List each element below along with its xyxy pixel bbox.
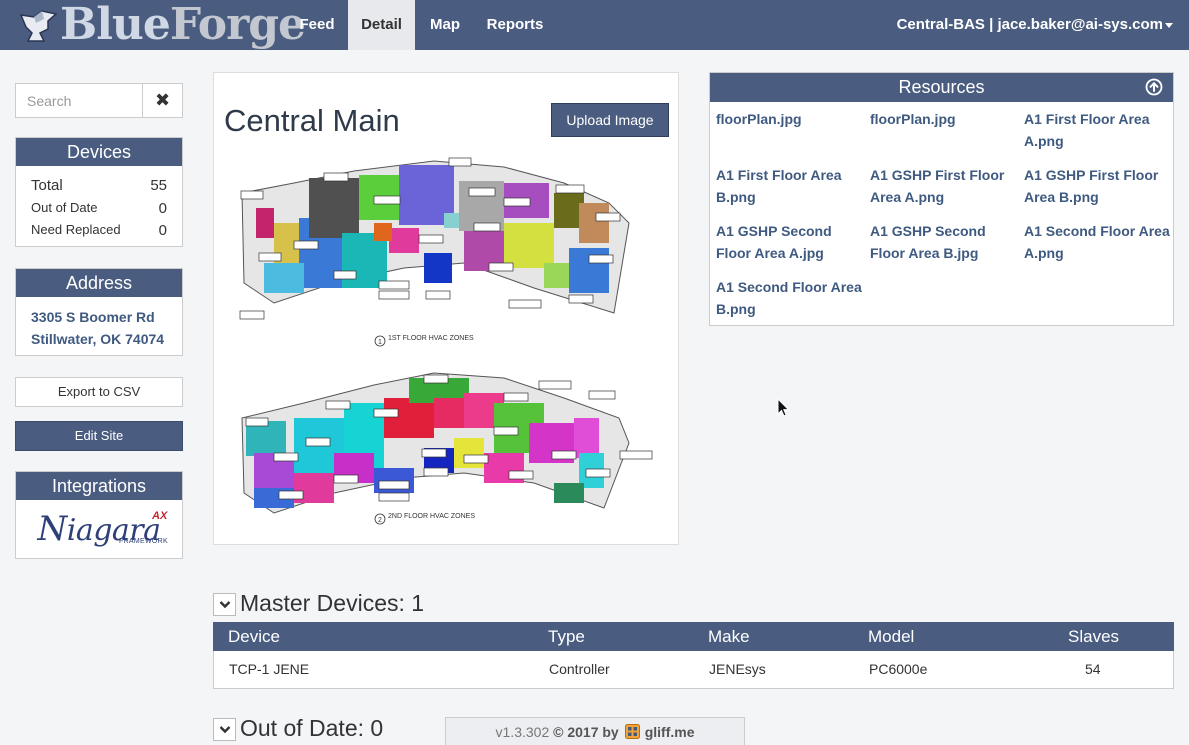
floor2-caption: 2ND FLOOR HVAC ZONES — [388, 513, 475, 520]
resources-panel: Resources floorPlan.jpg floorPlan.jpg A1… — [709, 72, 1174, 326]
resources-title: Resources — [898, 77, 985, 97]
out-of-date-value: 0 — [158, 200, 167, 217]
resource-file-link[interactable]: floorPlan.jpg — [716, 108, 862, 130]
brand-logo[interactable]: BlueForge — [18, 0, 306, 50]
tab-detail[interactable]: Detail — [348, 0, 415, 50]
user-menu-label: Central-BAS | jace.baker@ai-sys.com — [896, 16, 1163, 33]
cell-model: PC6000e — [869, 661, 928, 677]
niagara-logo-framework: FRAMEWORK — [119, 538, 168, 545]
close-icon: ✖ — [154, 90, 171, 110]
niagara-logo[interactable]: Niagara AX FRAMEWORK — [16, 500, 182, 558]
resource-file-link[interactable]: A1 GSHP Second Floor Area A.jpg — [716, 220, 862, 264]
tab-reports[interactable]: Reports — [475, 0, 555, 50]
user-menu[interactable]: Central-BAS | jace.baker@ai-sys.com — [897, 0, 1173, 50]
gliff-logo-icon — [624, 724, 640, 739]
table-header: Device Type Make Model Slaves — [213, 622, 1174, 651]
niagara-logo-n: N — [37, 509, 67, 549]
cell-device: TCP-1 JENE — [229, 661, 310, 677]
version-text: v1.3.302 — [495, 723, 550, 740]
address-link[interactable]: 3305 S Boomer Rd Stillwater, OK 74074 — [16, 297, 182, 359]
cell-make: JENEsys — [709, 661, 766, 677]
cell-type: Controller — [549, 661, 610, 677]
clear-search-button[interactable]: ✖ — [142, 84, 182, 117]
caret-down-icon — [1165, 22, 1173, 28]
out-of-date-label: Out of Date — [31, 200, 98, 215]
upload-circle-icon[interactable] — [1145, 78, 1163, 96]
resource-file-link[interactable]: floorPlan.jpg — [870, 108, 1016, 130]
total-label: Total — [31, 177, 63, 194]
chevron-down-icon — [219, 601, 230, 609]
resource-file-link[interactable]: A1 GSHP First Floor Area B.png — [1024, 164, 1170, 208]
need-replaced-value: 0 — [158, 222, 167, 239]
column-type[interactable]: Type — [548, 622, 585, 651]
tab-feed[interactable]: Feed — [286, 0, 348, 50]
address-panel: Address 3305 S Boomer Rd Stillwater, OK … — [15, 268, 183, 356]
address-line2: Stillwater, OK 74074 — [31, 331, 165, 347]
column-slaves[interactable]: Slaves — [1068, 622, 1119, 651]
site-image-panel: Central Main Upload Image 1 1ST FLOOR HV… — [213, 72, 679, 545]
floor1-caption: 1ST FLOOR HVAC ZONES — [388, 335, 474, 342]
column-device[interactable]: Device — [228, 622, 280, 651]
resource-file-link[interactable]: A1 First Floor Area A.png — [1024, 108, 1170, 152]
master-devices-table: Device Type Make Model Slaves TCP-1 JENE… — [213, 622, 1174, 689]
address-line1: 3305 S Boomer Rd — [31, 309, 155, 325]
table-row[interactable]: TCP-1 JENE Controller JENEsys PC6000e 54 — [213, 651, 1174, 689]
brand-name-forge: Forge — [169, 0, 306, 50]
master-devices-title: Master Devices: 1 — [240, 590, 425, 616]
column-make[interactable]: Make — [708, 622, 750, 651]
footer: v1.3.302 © 2017 by gliff.me — [445, 717, 745, 745]
address-title: Address — [16, 269, 182, 297]
need-replaced-label: Need Replaced — [31, 222, 121, 237]
search-input[interactable] — [16, 84, 142, 117]
integrations-title: Integrations — [16, 472, 182, 500]
devices-out-of-date-row: Out of Date 0 — [16, 200, 182, 217]
master-devices-toggle[interactable] — [213, 593, 236, 616]
top-navbar: BlueForge Feed Detail Map Reports Centra… — [0, 0, 1189, 50]
tab-map[interactable]: Map — [415, 0, 475, 50]
chevron-down-icon — [219, 726, 230, 734]
resources-header: Resources — [710, 73, 1173, 102]
resource-file-link[interactable]: A1 Second Floor Area A.png — [1024, 220, 1170, 264]
edit-site-button[interactable]: Edit Site — [15, 421, 183, 451]
search-box: ✖ — [15, 83, 183, 118]
copyright-text: © 2017 by — [553, 723, 619, 740]
out-of-date-toggle[interactable] — [213, 718, 236, 741]
anvil-logo-icon — [19, 10, 58, 42]
floor2-label-number: 2 — [378, 517, 382, 524]
export-csv-button[interactable]: Export to CSV — [15, 377, 183, 407]
mouse-cursor-icon — [777, 398, 790, 417]
resource-file-link[interactable]: A1 Second Floor Area B.png — [716, 276, 862, 320]
floor1-label-number: 1 — [378, 339, 382, 346]
devices-title: Devices — [16, 138, 182, 166]
resource-file-link[interactable]: A1 GSHP Second Floor Area B.jpg — [870, 220, 1016, 264]
resource-file-link[interactable]: A1 First Floor Area B.png — [716, 164, 862, 208]
site-title: Central Main — [224, 103, 400, 138]
gliff-link[interactable]: gliff.me — [645, 724, 695, 740]
out-of-date-title: Out of Date: 0 — [240, 715, 384, 741]
total-value: 55 — [150, 177, 167, 194]
upload-image-button[interactable]: Upload Image — [551, 103, 669, 137]
integrations-panel: Integrations Niagara AX FRAMEWORK — [15, 471, 183, 559]
cell-slaves: 54 — [1085, 661, 1101, 677]
column-model[interactable]: Model — [868, 622, 914, 651]
brand-name-blue: Blue — [60, 0, 171, 50]
resource-file-link[interactable]: A1 GSHP First Floor Area A.png — [870, 164, 1016, 208]
floor-plan-image[interactable]: 1 1ST FLOOR HVAC ZONES 2 2ND FLOOR HVAC … — [234, 153, 659, 528]
niagara-logo-ax: AX — [152, 510, 168, 522]
devices-need-replaced-row: Need Replaced 0 — [16, 222, 182, 239]
devices-total-row: Total 55 — [16, 177, 182, 194]
devices-panel: Devices Total 55 Out of Date 0 Need Repl… — [15, 137, 183, 247]
